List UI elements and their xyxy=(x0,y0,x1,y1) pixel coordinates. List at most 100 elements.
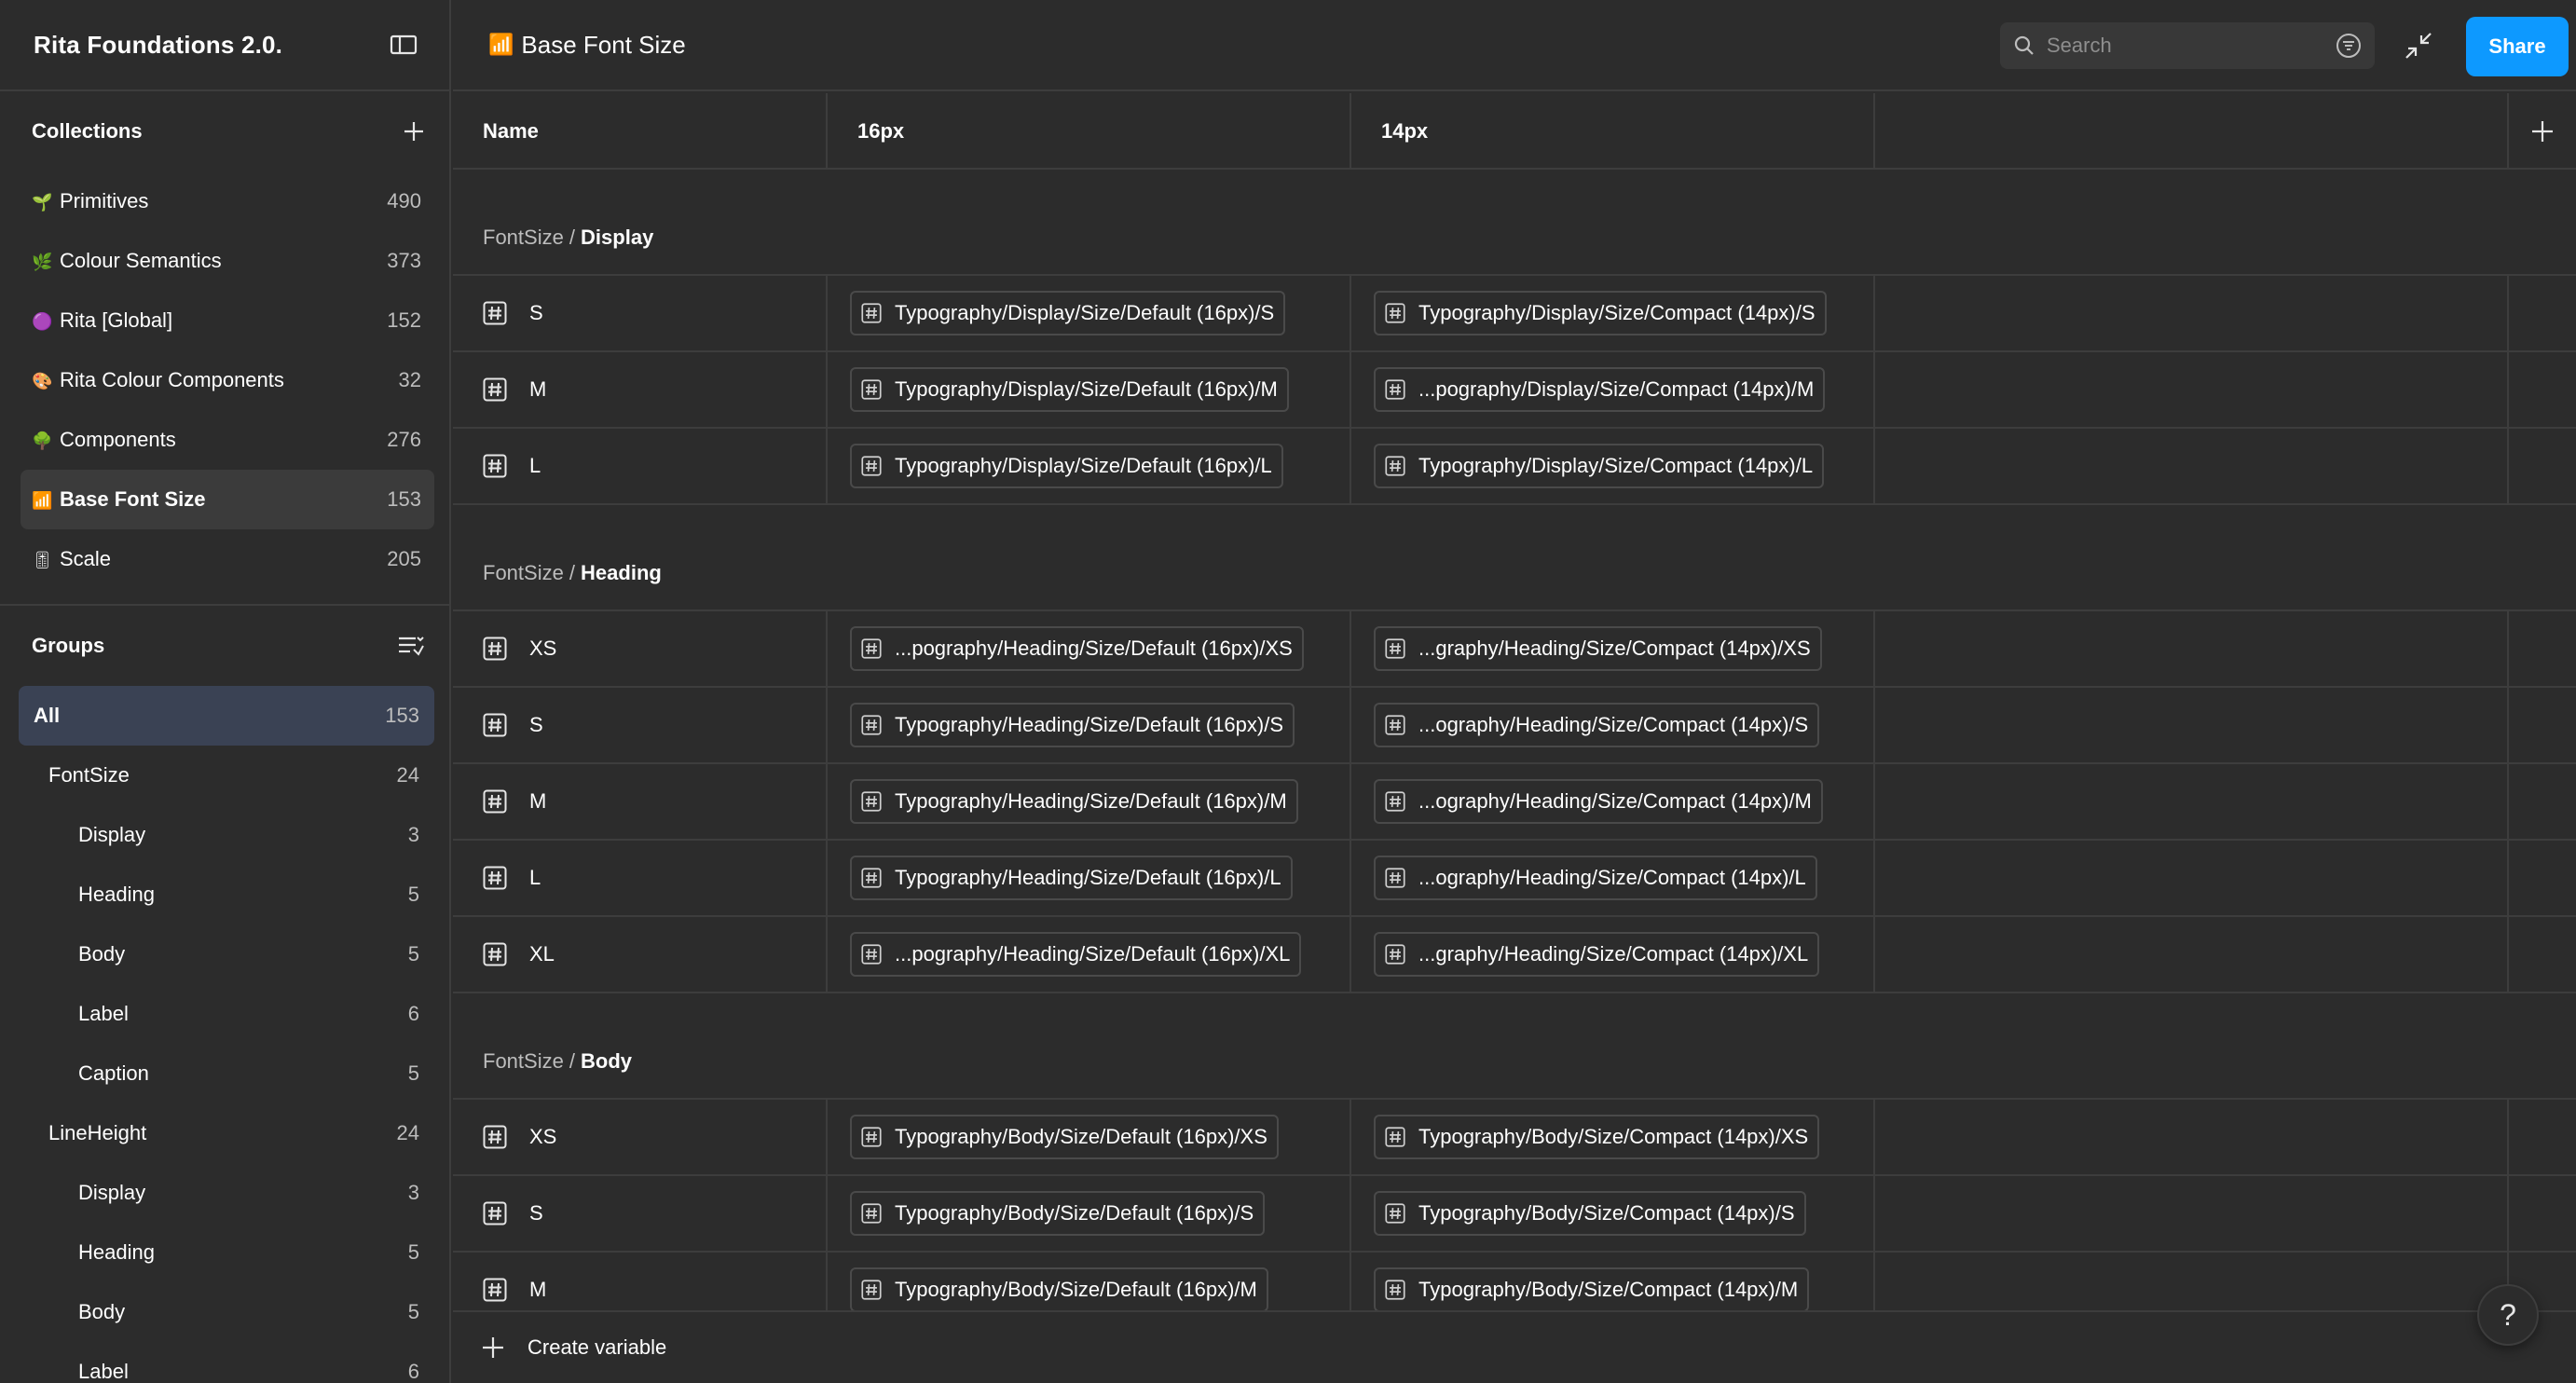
collapse-icon[interactable] xyxy=(2401,28,2436,63)
mode-value-cell-14px[interactable]: ...ography/Heading/Size/Compact (14px)/S xyxy=(1351,688,1875,762)
group-item[interactable]: Heading 5 xyxy=(19,865,434,924)
group-item[interactable]: All 153 xyxy=(19,686,434,746)
mode-value-cell-16px[interactable]: ...pography/Heading/Size/Default (16px)/… xyxy=(828,611,1351,686)
mode-value-cell-14px[interactable]: ...ography/Heading/Size/Compact (14px)/L xyxy=(1351,841,1875,915)
variable-name-cell[interactable]: M xyxy=(453,352,828,427)
table-row[interactable]: M Typography/Heading/Size/Default (16px)/… xyxy=(453,764,2576,841)
alias-pill[interactable]: Typography/Body/Size/Compact (14px)/XS xyxy=(1374,1115,1820,1159)
table-row[interactable]: XS Typography/Body/Size/Default (16px)/XS… xyxy=(453,1100,2576,1176)
alias-pill[interactable]: ...ography/Heading/Size/Compact (14px)/L xyxy=(1374,856,1817,900)
mode-value-cell-14px[interactable]: Typography/Display/Size/Compact (14px)/S xyxy=(1351,276,1875,350)
collection-item[interactable]: 🌿 Colour Semantics 373 xyxy=(21,231,434,291)
collection-item[interactable]: 🟣 Rita [Global] 152 xyxy=(21,291,434,350)
alias-pill[interactable]: ...graphy/Heading/Size/Compact (14px)/XL xyxy=(1374,932,1820,977)
collection-item[interactable]: 🌳 Components 276 xyxy=(21,410,434,470)
mode-value-cell-14px[interactable]: ...graphy/Heading/Size/Compact (14px)/XL xyxy=(1351,917,1875,992)
variable-name-cell[interactable]: M xyxy=(453,764,828,839)
mode-value-cell-16px[interactable]: Typography/Display/Size/Default (16px)/M xyxy=(828,352,1351,427)
variable-name-cell[interactable]: L xyxy=(453,841,828,915)
mode-value-cell-14px[interactable]: Typography/Body/Size/Compact (14px)/XS xyxy=(1351,1100,1875,1174)
table-row[interactable]: S Typography/Heading/Size/Default (16px)/… xyxy=(453,688,2576,764)
mode-value-cell-16px[interactable]: Typography/Display/Size/Default (16px)/L xyxy=(828,429,1351,503)
group-item[interactable]: Label 6 xyxy=(19,984,434,1044)
search-box[interactable] xyxy=(2000,22,2375,69)
column-header-mode-14px[interactable]: 14px xyxy=(1351,93,1875,170)
mode-value-cell-14px[interactable]: ...pography/Display/Size/Compact (14px)/… xyxy=(1351,352,1875,427)
table-row[interactable]: M Typography/Display/Size/Default (16px)/… xyxy=(453,352,2576,429)
table-row[interactable]: S Typography/Display/Size/Default (16px)/… xyxy=(453,276,2576,352)
collection-item[interactable]: 🎨 Rita Colour Components 32 xyxy=(21,350,434,410)
alias-pill[interactable]: ...pography/Heading/Size/Default (16px)/… xyxy=(850,932,1302,977)
alias-pill[interactable]: Typography/Heading/Size/Default (16px)/L xyxy=(850,856,1293,900)
mode-value-cell-16px[interactable]: Typography/Heading/Size/Default (16px)/M xyxy=(828,764,1351,839)
table-row[interactable]: XS ...pography/Heading/Size/Default (16px… xyxy=(453,611,2576,688)
table-row[interactable]: XL ...pography/Heading/Size/Default (16px… xyxy=(453,917,2576,993)
alias-pill[interactable]: Typography/Display/Size/Compact (14px)/S xyxy=(1374,291,1827,335)
alias-pill[interactable]: Typography/Body/Size/Compact (14px)/S xyxy=(1374,1191,1806,1236)
table-row[interactable]: L Typography/Heading/Size/Default (16px)/… xyxy=(453,841,2576,917)
mode-value-cell-16px[interactable]: Typography/Heading/Size/Default (16px)/S xyxy=(828,688,1351,762)
variable-name-cell[interactable]: S xyxy=(453,276,828,350)
alias-pill[interactable]: Typography/Body/Size/Default (16px)/S xyxy=(850,1191,1266,1236)
group-item[interactable]: Caption 5 xyxy=(19,1044,434,1103)
variable-name-cell[interactable]: XL xyxy=(453,917,828,992)
group-item[interactable]: LineHeight 24 xyxy=(19,1103,434,1163)
alias-pill[interactable]: ...graphy/Heading/Size/Compact (14px)/XS xyxy=(1374,626,1822,671)
group-item[interactable]: Heading 5 xyxy=(19,1223,434,1282)
group-item[interactable]: FontSize 24 xyxy=(19,746,434,805)
alias-pill[interactable]: Typography/Body/Size/Compact (14px)/M xyxy=(1374,1267,1810,1310)
sidebar-toggle-icon[interactable] xyxy=(390,34,418,56)
variable-name-cell[interactable]: XS xyxy=(453,1100,828,1174)
collection-item[interactable]: 📶 Base Font Size 153 xyxy=(21,470,434,529)
create-variable-label[interactable]: Create variable xyxy=(528,1335,666,1360)
mode-value-cell-14px[interactable]: ...ography/Heading/Size/Compact (14px)/M xyxy=(1351,764,1875,839)
file-title[interactable]: Rita Foundations 2.0. xyxy=(34,31,282,60)
alias-pill[interactable]: Typography/Display/Size/Default (16px)/S xyxy=(850,291,1286,335)
table-row[interactable]: M Typography/Body/Size/Default (16px)/M Ty… xyxy=(453,1253,2576,1310)
group-item[interactable]: Body 5 xyxy=(19,1282,434,1342)
mode-value-cell-14px[interactable]: ...graphy/Heading/Size/Compact (14px)/XS xyxy=(1351,611,1875,686)
alias-pill[interactable]: Typography/Display/Size/Default (16px)/M xyxy=(850,367,1289,412)
mode-value-cell-16px[interactable]: Typography/Heading/Size/Default (16px)/L xyxy=(828,841,1351,915)
search-input[interactable] xyxy=(2047,34,2336,58)
mode-value-cell-16px[interactable]: Typography/Display/Size/Default (16px)/S xyxy=(828,276,1351,350)
mode-value-cell-14px[interactable]: Typography/Display/Size/Compact (14px)/L xyxy=(1351,429,1875,503)
group-item[interactable]: Label 6 xyxy=(19,1342,434,1383)
create-variable-bar[interactable]: Create variable xyxy=(453,1310,2576,1383)
mode-value-cell-14px[interactable]: Typography/Body/Size/Compact (14px)/M xyxy=(1351,1253,1875,1310)
collection-item[interactable]: 🎚 Scale 205 xyxy=(21,529,434,589)
collection-item[interactable]: 🌱 Primitives 490 xyxy=(21,171,434,231)
share-button[interactable]: Share xyxy=(2466,17,2569,76)
column-header-mode-16px[interactable]: 16px xyxy=(828,93,1351,170)
variable-name-cell[interactable]: S xyxy=(453,1176,828,1251)
mode-value-cell-16px[interactable]: Typography/Body/Size/Default (16px)/M xyxy=(828,1253,1351,1310)
table-row[interactable]: L Typography/Display/Size/Default (16px)/… xyxy=(453,429,2576,505)
group-item[interactable]: Display 3 xyxy=(19,1163,434,1223)
variable-name-cell[interactable]: S xyxy=(453,688,828,762)
alias-pill[interactable]: Typography/Heading/Size/Default (16px)/M xyxy=(850,779,1298,824)
mode-value-cell-16px[interactable]: Typography/Body/Size/Default (16px)/S xyxy=(828,1176,1351,1251)
variable-name-cell[interactable]: XS xyxy=(453,611,828,686)
mode-value-cell-14px[interactable]: Typography/Body/Size/Compact (14px)/S xyxy=(1351,1176,1875,1251)
alias-pill[interactable]: Typography/Display/Size/Compact (14px)/L xyxy=(1374,444,1825,488)
table-row[interactable]: S Typography/Body/Size/Default (16px)/S Ty… xyxy=(453,1176,2576,1253)
alias-pill[interactable]: Typography/Body/Size/Default (16px)/XS xyxy=(850,1115,1279,1159)
group-item[interactable]: Body 5 xyxy=(19,924,434,984)
help-button[interactable]: ? xyxy=(2477,1284,2539,1346)
variable-name-cell[interactable]: M xyxy=(453,1253,828,1310)
mode-value-cell-16px[interactable]: Typography/Body/Size/Default (16px)/XS xyxy=(828,1100,1351,1174)
alias-pill[interactable]: ...ography/Heading/Size/Compact (14px)/M xyxy=(1374,779,1823,824)
add-mode-button[interactable] xyxy=(2507,93,2576,170)
alias-pill[interactable]: Typography/Body/Size/Default (16px)/M xyxy=(850,1267,1268,1310)
add-collection-icon[interactable] xyxy=(403,120,425,143)
mode-value-cell-16px[interactable]: ...pography/Heading/Size/Default (16px)/… xyxy=(828,917,1351,992)
alias-pill[interactable]: ...pography/Display/Size/Compact (14px)/… xyxy=(1374,367,1826,412)
alias-pill[interactable]: Typography/Display/Size/Default (16px)/L xyxy=(850,444,1283,488)
alias-pill[interactable]: ...ography/Heading/Size/Compact (14px)/S xyxy=(1374,703,1820,747)
alias-pill[interactable]: ...pography/Heading/Size/Default (16px)/… xyxy=(850,626,1304,671)
column-header-name[interactable]: Name xyxy=(453,93,828,170)
group-list-options-icon[interactable] xyxy=(397,635,425,657)
alias-pill[interactable]: Typography/Heading/Size/Default (16px)/S xyxy=(850,703,1295,747)
filter-icon[interactable] xyxy=(2336,33,2362,59)
variable-name-cell[interactable]: L xyxy=(453,429,828,503)
